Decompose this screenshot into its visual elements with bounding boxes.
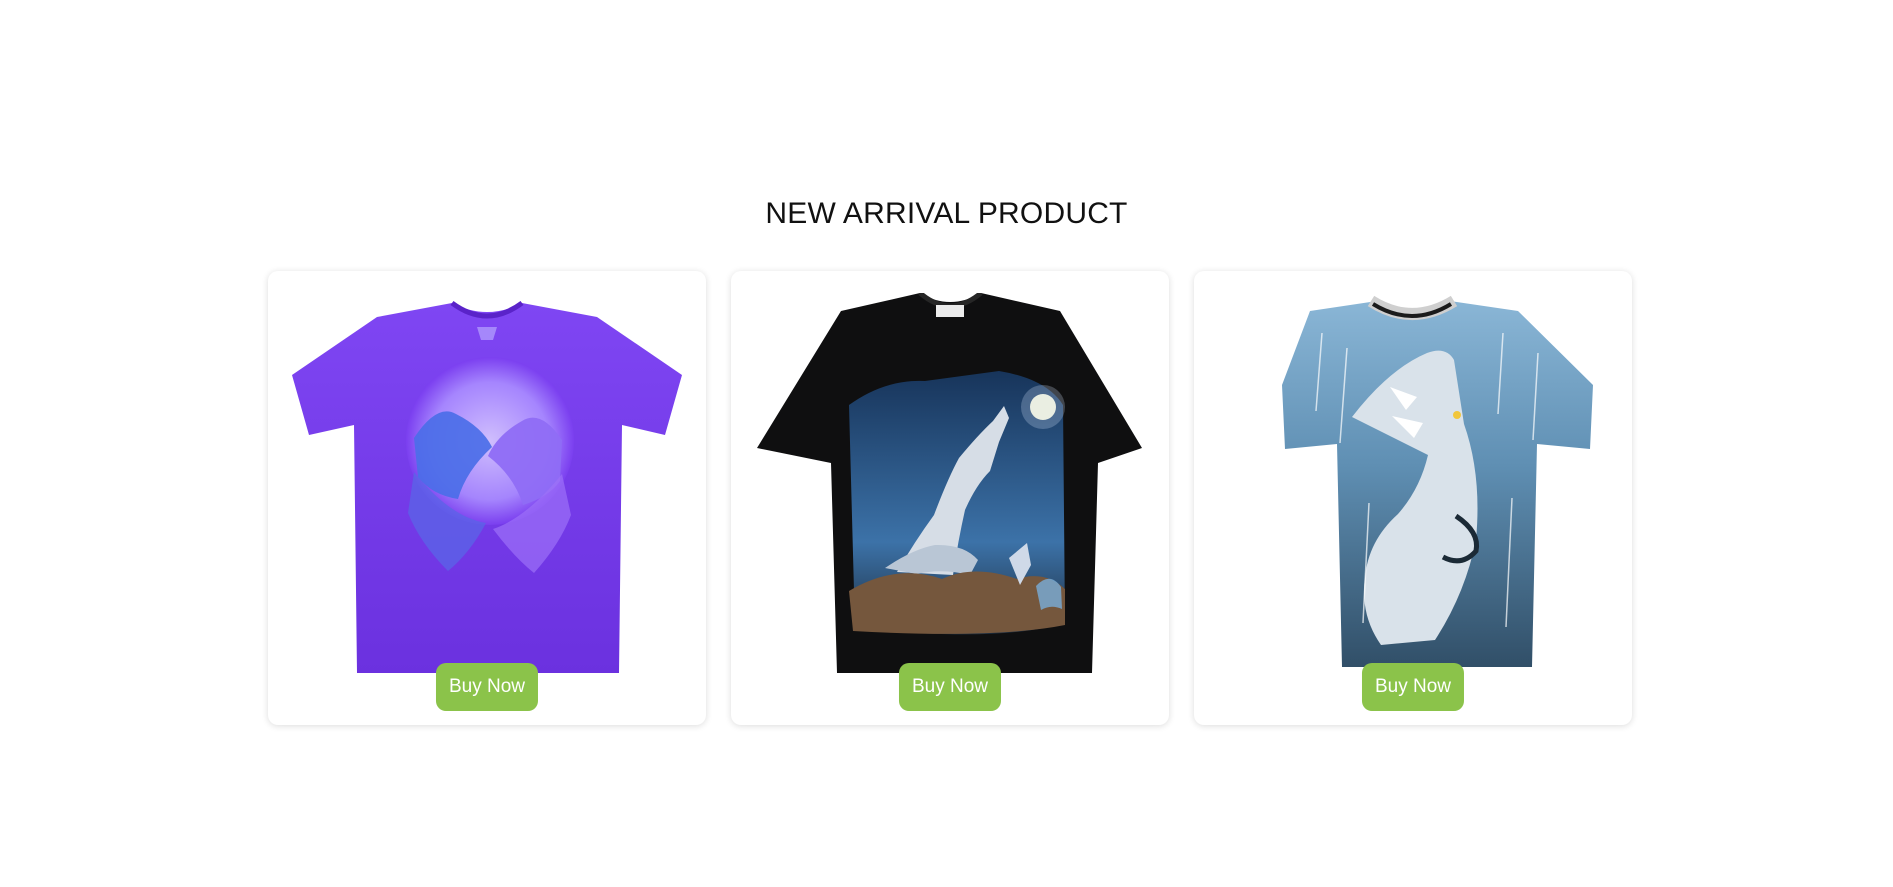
product-card: Buy Now — [268, 271, 706, 725]
product-card: Buy Now — [1194, 271, 1632, 725]
purple-wolf-tshirt-image[interactable] — [292, 293, 682, 675]
black-wolf-tshirt-image[interactable] — [755, 293, 1145, 675]
product-card: Buy Now — [731, 271, 1169, 725]
buy-now-button[interactable]: Buy Now — [435, 663, 539, 711]
section-title: NEW ARRIVAL PRODUCT — [765, 196, 1128, 230]
blue-wolf-tshirt-image[interactable] — [1218, 293, 1608, 675]
new-arrival-page: NEW ARRIVAL PRODUCT Buy Now Buy Now Buy … — [0, 0, 1893, 887]
buy-now-button[interactable]: Buy Now — [1361, 663, 1465, 711]
buy-now-button[interactable]: Buy Now — [898, 663, 1002, 711]
product-list: Buy Now Buy Now Buy Now — [268, 271, 1632, 725]
